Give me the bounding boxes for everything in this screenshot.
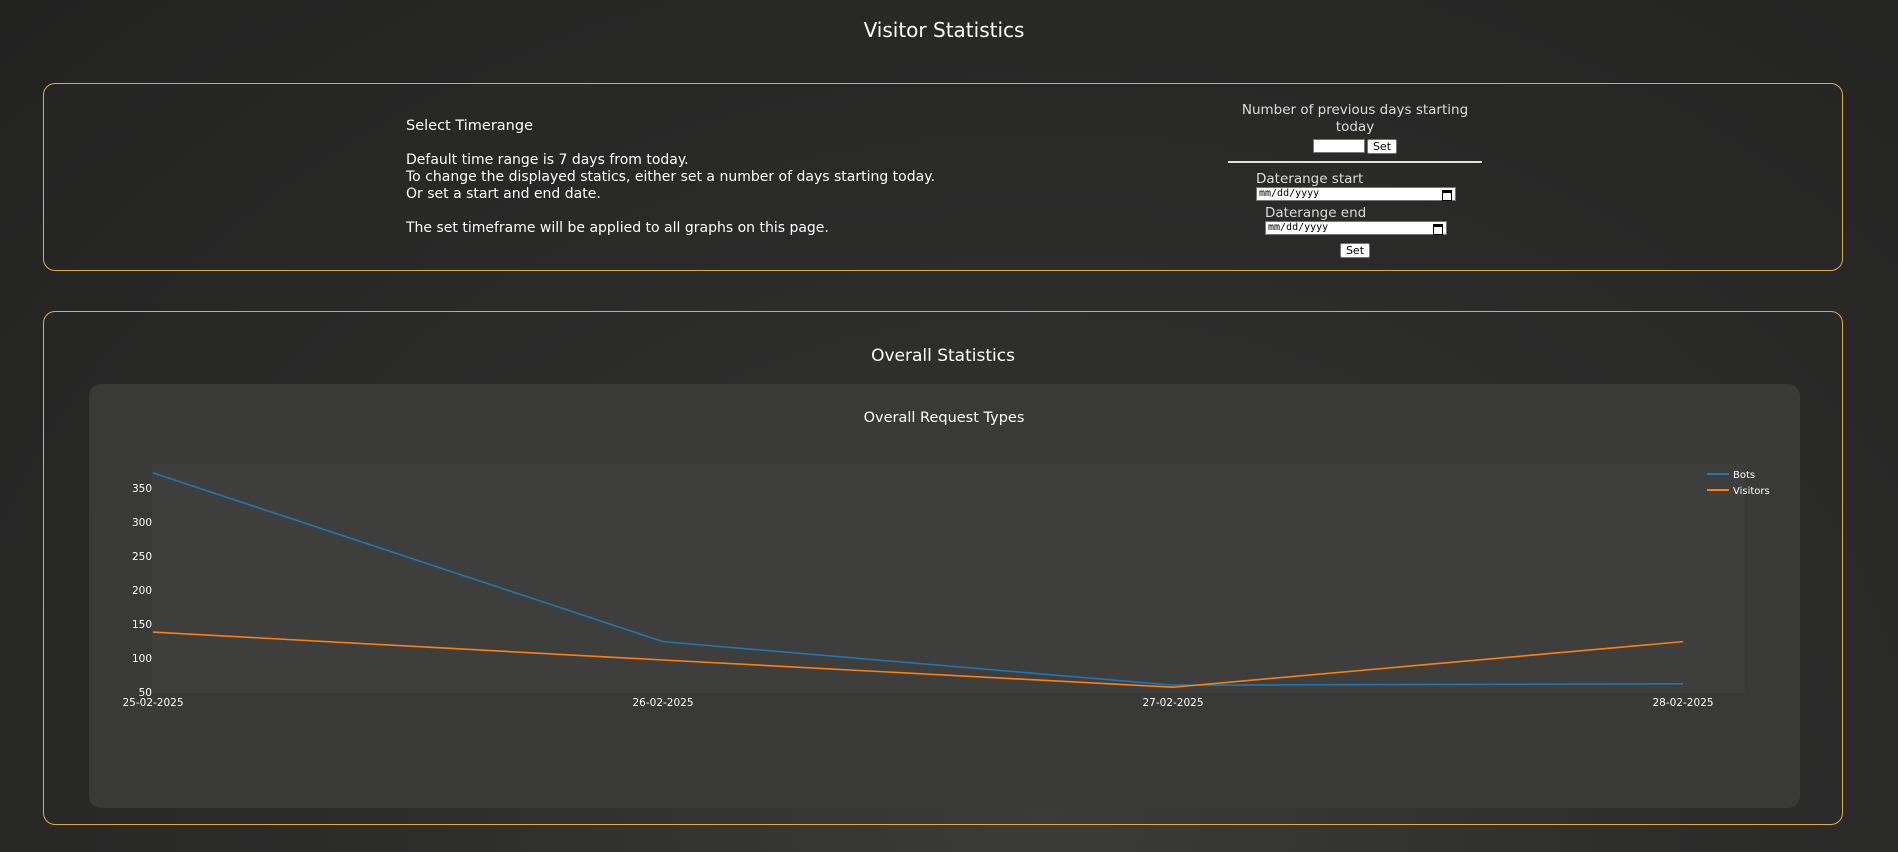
days-label: Number of previous days starting today <box>1241 102 1469 135</box>
set-daterange-button[interactable]: Set <box>1339 242 1371 258</box>
chart-card: Overall Request Types 50 100 150 200 250 300 3… <box>89 384 1800 808</box>
form-divider <box>1228 161 1482 163</box>
x-tick-label: 26-02-2025 <box>632 697 693 709</box>
legend-label-visitors: Visitors <box>1733 486 1770 497</box>
page-title: Visitor Statistics <box>863 18 1025 42</box>
x-tick-label: 27-02-2025 <box>1142 697 1203 709</box>
y-tick-label: 100 <box>132 653 152 665</box>
daterange-end-input[interactable]: mm/dd/yyyy <box>1265 221 1447 235</box>
y-tick-label: 200 <box>132 585 152 597</box>
calendar-icon[interactable] <box>1433 224 1443 235</box>
x-tick-label: 25-02-2025 <box>122 697 183 709</box>
daterange-start-placeholder: mm/dd/yyyy <box>1259 188 1320 199</box>
overall-panel: Overall Statistics Overall Request Types… <box>43 311 1843 825</box>
x-tick-label: 28-02-2025 <box>1652 697 1713 709</box>
y-tick-label: 250 <box>132 551 152 563</box>
timerange-form: Number of previous days starting today S… <box>1228 102 1482 258</box>
y-tick-label: 300 <box>132 517 152 529</box>
calendar-icon[interactable] <box>1442 190 1452 201</box>
timerange-line-change: To change the displayed statics, either … <box>406 169 935 185</box>
set-days-button[interactable]: Set <box>1366 138 1398 154</box>
timerange-line-default: Default time range is 7 days from today. <box>406 152 689 168</box>
timerange-note: The set timeframe will be applied to all… <box>406 220 829 236</box>
legend-label-bots: Bots <box>1733 470 1755 481</box>
timerange-description: Select Timerange Default time range is 7… <box>406 118 935 237</box>
plot-area <box>152 464 1745 693</box>
y-tick-label: 350 <box>132 483 152 495</box>
daterange-start-label: Daterange start <box>1256 171 1364 187</box>
y-tick-label: 150 <box>132 619 152 631</box>
timerange-panel: Select Timerange Default time range is 7… <box>43 83 1843 271</box>
daterange-end-placeholder: mm/dd/yyyy <box>1268 222 1329 233</box>
overall-title: Overall Statistics <box>871 346 1015 366</box>
timerange-heading: Select Timerange <box>406 118 533 134</box>
timerange-line-dates: Or set a start and end date. <box>406 186 601 202</box>
request-types-chart: Overall Request Types 501001502002503003… <box>122 410 1770 709</box>
daterange-start-input[interactable]: mm/dd/yyyy <box>1256 187 1456 201</box>
daterange-end-label: Daterange end <box>1265 205 1367 221</box>
chart-title: Overall Request Types <box>864 410 1025 426</box>
days-input[interactable] <box>1312 139 1365 153</box>
